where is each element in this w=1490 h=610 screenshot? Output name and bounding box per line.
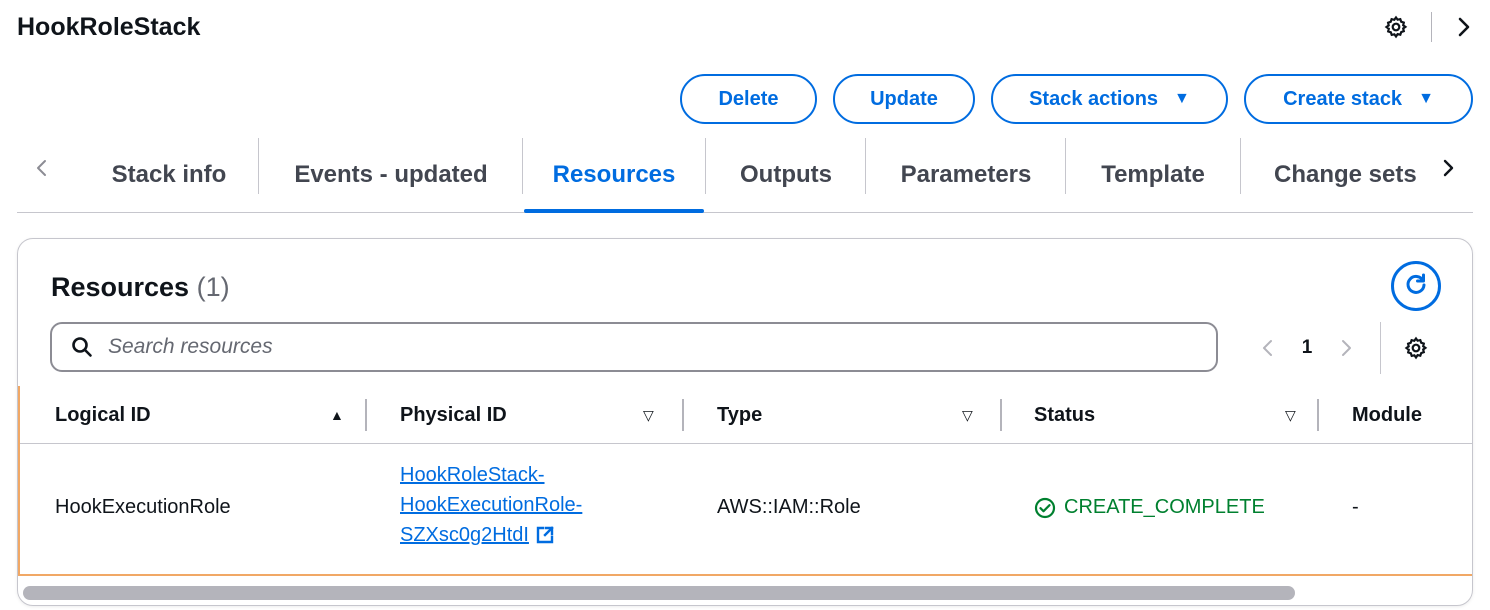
tab-divider [1065,138,1066,194]
tab-label: Parameters [900,161,1032,188]
horizontal-scrollbar[interactable] [23,586,1295,600]
tab-label: Resources [552,161,676,188]
chevron-right-icon[interactable] [1336,333,1356,363]
chevron-right-icon[interactable] [1454,14,1474,40]
physical-id-link[interactable]: HookRoleStack- HookExecutionRole- SZXsc0… [400,460,582,550]
module-cell: - [1352,496,1359,518]
create-stack-dropdown[interactable]: Create stack ▼ [1244,74,1473,124]
status-text: CREATE_COMPLETE [1064,496,1265,518]
update-button[interactable]: Update [833,74,975,124]
column-header-type[interactable]: Type ▽ [717,386,997,444]
caret-down-icon: ▼ [1174,90,1190,107]
tab-resources[interactable]: Resources [524,138,704,213]
refresh-icon [1403,271,1429,302]
column-label: Logical ID [55,403,151,426]
tab-label: Events - updated [294,161,488,188]
resources-panel: Resources (1) 1 Logi [17,238,1473,606]
tab-divider [1240,138,1241,194]
column-resizer[interactable] [682,399,684,431]
update-label: Update [870,87,938,110]
caret-down-icon: ▼ [1418,90,1434,107]
stack-actions-label: Stack actions [1029,87,1159,110]
tab-outputs[interactable]: Outputs [707,138,865,212]
table-row[interactable]: HookExecutionRole HookRoleStack- HookExe… [20,444,1472,574]
delete-label: Delete [718,87,779,110]
column-resizer[interactable] [1317,399,1319,431]
search-input[interactable] [108,335,1158,359]
resources-count: (1) [196,272,230,302]
type-cell: AWS::IAM::Role [717,496,861,518]
divider [1380,322,1381,374]
delete-button[interactable]: Delete [680,74,817,124]
column-header-logical-id[interactable]: Logical ID ▲ [55,386,365,444]
tab-bar: Stack info Events - updated Resources Ou… [17,138,1473,213]
column-label: Type [717,403,763,426]
logical-id-cell: HookExecutionRole [55,496,231,518]
external-link-icon [535,525,555,545]
gear-icon[interactable] [1403,335,1429,361]
create-stack-label: Create stack [1283,87,1403,110]
page-number[interactable]: 1 [1278,337,1336,359]
stack-actions-dropdown[interactable]: Stack actions ▼ [991,74,1228,124]
divider [1431,12,1432,42]
resources-heading: Resources [51,272,190,302]
tab-divider [705,138,706,194]
tab-label: Stack info [111,161,227,188]
tab-divider [522,138,523,194]
tab-label: Outputs [740,161,832,188]
column-resizer[interactable] [1000,399,1002,431]
gear-icon[interactable] [1383,14,1409,40]
column-header-physical-id[interactable]: Physical ID ▽ [400,386,680,444]
column-header-module[interactable]: Module [1352,386,1472,444]
pagination: 1 [1258,322,1429,374]
sort-icon[interactable]: ▽ [1285,407,1296,424]
column-label: Physical ID [400,403,507,426]
column-resizer[interactable] [365,399,367,431]
stack-action-buttons: Delete Update Stack actions ▼ Create sta… [680,74,1473,124]
refresh-button[interactable] [1391,261,1441,311]
physical-id-line: HookRoleStack- [400,464,545,486]
tab-divider [258,138,259,194]
tab-stack-info[interactable]: Stack info [79,138,259,212]
search-box [50,322,1218,372]
column-label: Status [1034,403,1096,426]
panel-title: Resources (1) [51,272,230,303]
sort-icon[interactable]: ▽ [643,407,654,424]
chevron-right-icon[interactable] [1437,154,1459,182]
page-title: HookRoleStack [17,13,201,41]
tab-parameters[interactable]: Parameters [867,138,1065,212]
column-label: Module [1352,403,1422,426]
sort-ascending-icon[interactable]: ▲ [330,407,344,423]
physical-id-line: HookExecutionRole- [400,494,583,516]
tab-label: Change sets [1274,161,1417,188]
sort-icon[interactable]: ▽ [962,407,973,424]
tab-change-sets[interactable]: Change sets [1242,138,1432,212]
chevron-left-icon[interactable] [1258,333,1278,363]
chevron-left-icon[interactable] [31,154,53,182]
tab-template[interactable]: Template [1067,138,1239,212]
search-icon [70,335,94,359]
check-circle-icon [1034,497,1056,519]
table-header: Logical ID ▲ Physical ID ▽ Type ▽ Status… [20,386,1472,444]
physical-id-line: SZXsc0g2HtdI [400,524,529,546]
resources-table: Logical ID ▲ Physical ID ▽ Type ▽ Status… [18,386,1472,576]
tab-divider [865,138,866,194]
tab-events[interactable]: Events - updated [260,138,522,212]
header-tools [1383,10,1474,44]
status-badge: CREATE_COMPLETE [1034,496,1265,519]
column-header-status[interactable]: Status ▽ [1034,386,1314,444]
tab-label: Template [1101,161,1205,188]
